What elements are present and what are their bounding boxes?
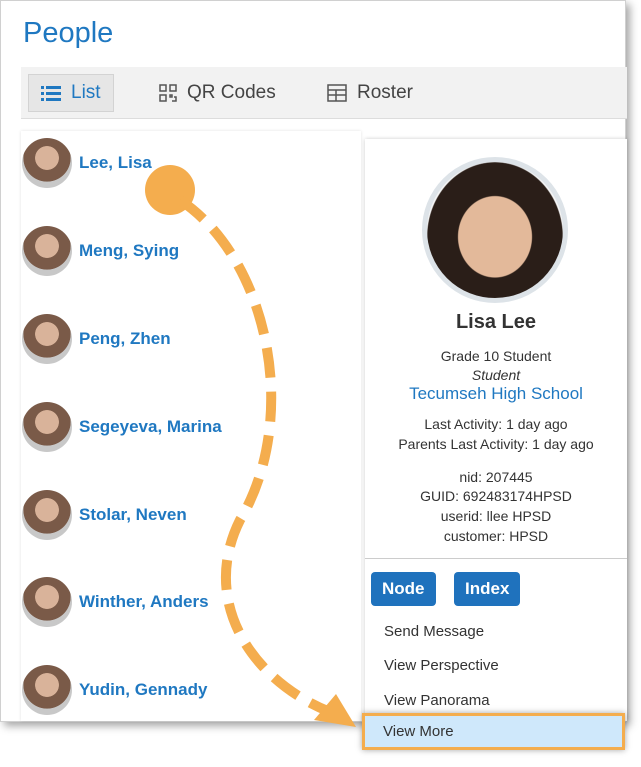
callout-arrow-icon [145, 165, 356, 727]
